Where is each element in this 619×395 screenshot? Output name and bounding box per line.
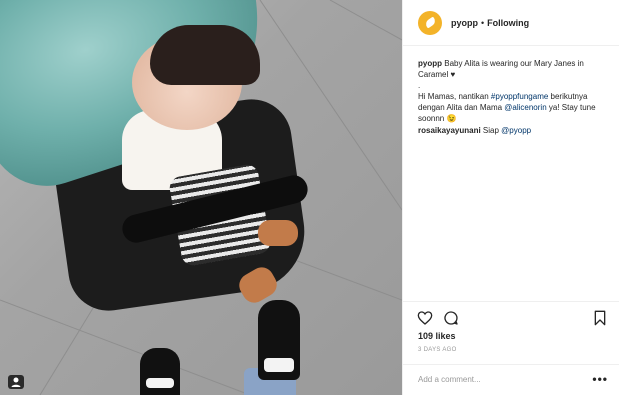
instagram-post-view: pyopp • Following pyopp Baby Alita is wear… [0, 0, 619, 395]
more-options-button[interactable]: ••• [592, 372, 608, 386]
likes-count[interactable]: 109 likes [418, 331, 456, 341]
adult-sneaker [258, 300, 300, 380]
caption-username-link[interactable]: pyopp [418, 59, 442, 68]
add-comment-input[interactable]: Add a comment... [418, 375, 481, 384]
username-link[interactable]: pyopp [451, 18, 478, 28]
baby-hair [150, 25, 260, 85]
user-tag-icon[interactable] [8, 375, 24, 389]
post-photo[interactable] [0, 0, 402, 395]
heart-icon[interactable] [417, 310, 433, 326]
post-date[interactable]: 3 DAYS AGO [418, 347, 457, 353]
baby-shoe [258, 220, 298, 246]
speech-bubble-icon[interactable] [443, 310, 459, 326]
comment-username-link[interactable]: rosaikayayunani [418, 126, 481, 135]
post-sidebar: pyopp • Following pyopp Baby Alita is wear… [402, 0, 619, 395]
caption-text: Baby Alita is wearing our Mary Janes in … [418, 59, 584, 79]
follow-status-button[interactable]: Following [487, 18, 529, 28]
mention-link[interactable]: @alicenorin [504, 103, 546, 112]
comments-list: pyopp Baby Alita is wearing our Mary Jan… [418, 58, 615, 136]
bookmark-icon[interactable] [592, 310, 608, 326]
caption-paragraph-2: Hi Mamas, nantikan #pyoppfungame berikut… [418, 91, 615, 124]
add-comment-bar: Add a comment... ••• [403, 364, 619, 395]
comment-mention-link[interactable]: @pyopp [501, 126, 531, 135]
comment-item: rosaikayayunani Siap @pyopp [418, 125, 615, 136]
caption-dot: . [418, 81, 421, 90]
adult-sneaker [140, 348, 180, 395]
separator-dot: • [481, 17, 485, 28]
hashtag-link[interactable]: #pyoppfungame [491, 92, 548, 101]
header-text: pyopp • Following [451, 18, 529, 28]
post-header: pyopp • Following [403, 0, 619, 46]
pyopp-logo-icon[interactable] [418, 10, 442, 35]
comment-text: Siap [480, 126, 502, 135]
caption: pyopp Baby Alita is wearing our Mary Jan… [418, 58, 615, 80]
caption-text-part: Hi Mamas, nantikan [418, 92, 491, 101]
action-bar [403, 301, 619, 329]
